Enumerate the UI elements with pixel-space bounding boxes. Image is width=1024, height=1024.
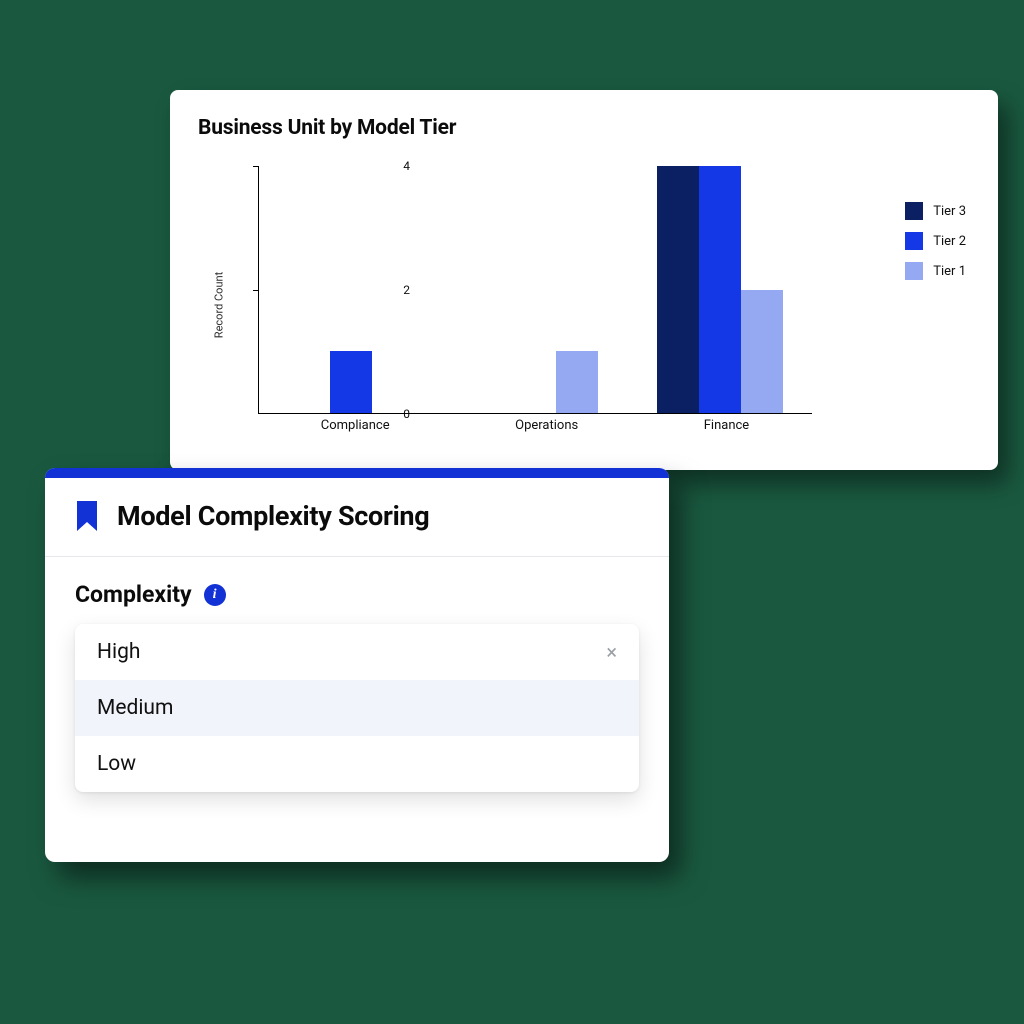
legend-swatch <box>905 262 923 280</box>
x-tick-label: Operations <box>515 418 578 433</box>
option-low[interactable]: Low <box>75 736 639 792</box>
chart-card: Business Unit by Model Tier Record Count… <box>170 90 998 470</box>
x-tick-label: Finance <box>704 418 749 433</box>
x-tick-label: Compliance <box>321 418 390 433</box>
chart-plot: Record Count 4 2 0 <box>230 160 970 450</box>
x-axis-labels: Compliance Operations Finance <box>258 418 812 433</box>
bar-group-finance <box>628 166 812 413</box>
panel-header: Model Complexity Scoring <box>45 478 669 557</box>
option-medium[interactable]: Medium <box>75 680 639 736</box>
bar-tier2 <box>330 351 372 413</box>
bar-tier1 <box>556 351 598 413</box>
legend-item-tier1: Tier 1 <box>905 262 966 280</box>
legend-item-tier2: Tier 2 <box>905 232 966 250</box>
option-label: Low <box>97 752 136 776</box>
scoring-panel: Model Complexity Scoring Complexity i Hi… <box>45 468 669 862</box>
legend-label: Tier 2 <box>933 234 966 249</box>
bar-group-compliance <box>259 166 443 413</box>
bar-groups <box>259 166 812 413</box>
y-axis-label: Record Count <box>213 272 226 338</box>
legend-label: Tier 3 <box>933 204 966 219</box>
panel-title: Model Complexity Scoring <box>117 500 429 532</box>
bar-tier3 <box>657 166 699 413</box>
section-title: Complexity <box>75 581 192 608</box>
bar-tier2 <box>699 166 741 413</box>
bookmark-icon <box>75 501 99 531</box>
legend-item-tier3: Tier 3 <box>905 202 966 220</box>
plot-area <box>258 166 812 414</box>
bar-group-operations <box>443 166 627 413</box>
legend-swatch <box>905 232 923 250</box>
panel-accent-bar <box>45 468 669 478</box>
legend-swatch <box>905 202 923 220</box>
chart-title: Business Unit by Model Tier <box>198 116 976 140</box>
complexity-section: Complexity i High × Medium Low <box>45 557 669 792</box>
option-label: High <box>97 640 140 664</box>
legend-label: Tier 1 <box>933 264 966 279</box>
info-icon[interactable]: i <box>204 584 226 606</box>
option-high[interactable]: High × <box>75 624 639 680</box>
section-header: Complexity i <box>75 581 639 608</box>
clear-icon[interactable]: × <box>606 642 617 662</box>
complexity-dropdown[interactable]: High × Medium Low <box>75 624 639 792</box>
option-label: Medium <box>97 696 173 720</box>
chart-legend: Tier 3 Tier 2 Tier 1 <box>905 202 966 280</box>
bar-tier1 <box>741 290 783 414</box>
